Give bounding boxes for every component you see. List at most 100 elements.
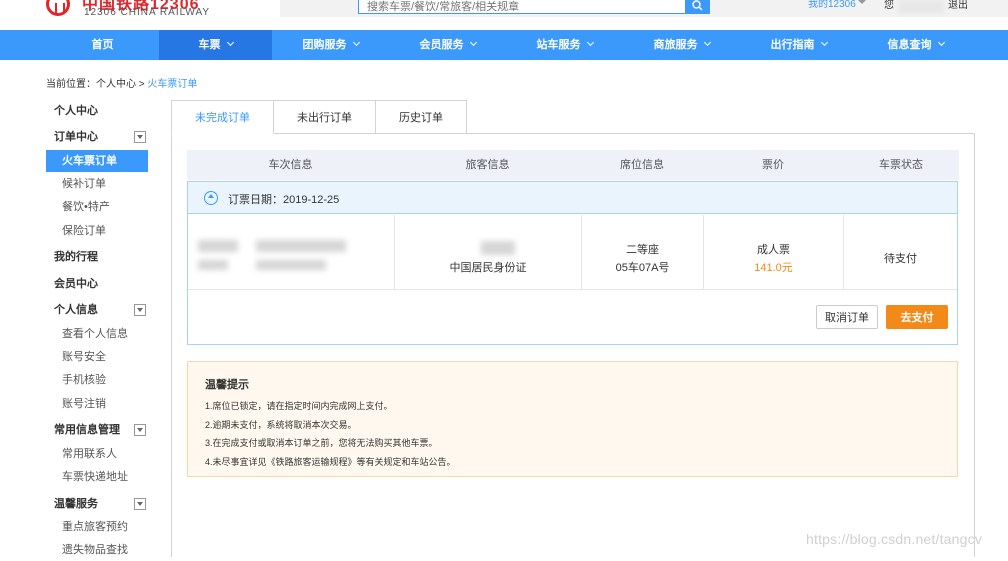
order-date-value: 2019-12-25 [283, 194, 340, 206]
breadcrumb: 当前位置：个人中心 > 火车票订单 [46, 75, 197, 90]
breadcrumb-parent[interactable]: 个人中心 [96, 79, 136, 90]
breadcrumb-separator: > [136, 79, 148, 90]
nav-group[interactable]: 团购服务 [272, 30, 389, 60]
tab-untraveled-orders[interactable]: 未出行订单 [273, 100, 376, 134]
sidebar-item-insurance[interactable]: 保险订单 [46, 220, 148, 242]
column-header: 票价 [762, 159, 784, 171]
nav-label: 商旅服务 [653, 39, 698, 51]
sidebar-item-label: 保险订单 [62, 225, 106, 237]
collapse-order-icon[interactable] [204, 191, 218, 205]
sidebar-item-waitlist-orders[interactable]: 候补订单 [46, 173, 148, 195]
nav-label: 出行指南 [770, 39, 815, 51]
tip-line: 2.逾期未支付，系统将取消本次交易。 [205, 420, 357, 430]
pay-button[interactable]: 去支付 [886, 305, 948, 329]
sidebar-item-label: 火车票订单 [62, 155, 117, 167]
sidebar-item-my-trips[interactable]: 我的行程 [46, 246, 148, 268]
nav-label: 信息查询 [887, 39, 932, 51]
sidebar-item-personal-center[interactable]: 个人中心 [46, 100, 148, 122]
sidebar-item-label: 车票快递地址 [62, 471, 128, 483]
nav-label: 会员服务 [419, 39, 464, 51]
sidebar-item-label: 查看个人信息 [62, 328, 128, 340]
sidebar-item-label: 餐饮•特产 [62, 201, 110, 213]
sidebar-item-account-cancel[interactable]: 账号注销 [46, 393, 148, 415]
watermark: https://blog.csdn.net/tangcv [806, 531, 983, 547]
tab-label: 未完成订单 [195, 112, 250, 124]
search-button[interactable] [686, 0, 710, 14]
chevron-down-icon [703, 38, 711, 47]
nav-label: 车票 [198, 39, 221, 51]
sidebar-item-delivery-address[interactable]: 车票快递地址 [46, 466, 148, 488]
sidebar-item-label: 重点旅客预约 [62, 521, 128, 533]
logo-text-en: 12306 CHINA RAILWAY [84, 7, 211, 18]
order-table-header: 车次信息 旅客信息 席位信息 票价 车票状态 [187, 150, 959, 180]
blurred-train-info [256, 260, 326, 270]
sidebar-item-common-info[interactable]: 常用信息管理 [46, 419, 148, 441]
my12306-link[interactable]: 我的12306 [808, 0, 856, 10]
tip-line: 1.席位已锁定，请在指定时间内完成网上支付。 [205, 401, 393, 411]
blurred-train-info [198, 240, 238, 252]
ticket-status: 待支付 [884, 253, 917, 265]
sidebar-item-priority-passenger[interactable]: 重点旅客预约 [46, 516, 148, 538]
order-date-row: 订票日期：2019-12-25 [188, 182, 957, 214]
tab-unfinished-orders[interactable]: 未完成订单 [171, 100, 274, 134]
sidebar-item-label: 订单中心 [54, 131, 98, 143]
nav-label: 站车服务 [536, 39, 581, 51]
sidebar-item-warm-service[interactable]: 温馨服务 [46, 493, 148, 515]
username-blurred [898, 0, 944, 14]
nav-business[interactable]: 商旅服务 [623, 30, 740, 60]
nav-member[interactable]: 会员服务 [389, 30, 506, 60]
cancel-order-button[interactable]: 取消订单 [816, 305, 878, 329]
column-header: 车次信息 [268, 159, 313, 171]
nav-info[interactable]: 信息查询 [857, 30, 974, 60]
sidebar-item-label: 常用联系人 [62, 448, 117, 460]
main-nav: 首页 车票 团购服务 会员服务 站车服务 商旅服务 出行指南 信息查询 [0, 30, 1008, 60]
logout-link[interactable]: 退出 [948, 0, 968, 11]
sidebar-item-personal-info[interactable]: 个人信息 [46, 299, 148, 321]
ticket-price: 141.0元 [754, 262, 793, 274]
price-cell: 成人票 141.0元 [704, 215, 844, 290]
passenger-id-type: 中国居民身份证 [449, 262, 527, 274]
collapse-icon[interactable] [134, 131, 146, 143]
greeting-text: 您 [884, 0, 894, 11]
seat-number: 05车07A号 [615, 262, 670, 274]
tab-label: 历史订单 [399, 112, 443, 124]
chevron-down-icon [352, 38, 360, 47]
column-header: 车票状态 [879, 159, 923, 171]
status-cell: 待支付 [844, 215, 957, 290]
sidebar-item-label: 候补订单 [62, 178, 106, 190]
ticket-type: 成人票 [757, 244, 790, 256]
chevron-down-icon [226, 38, 234, 47]
collapse-icon[interactable] [134, 304, 146, 316]
railway-logo-icon[interactable] [46, 0, 70, 16]
sidebar-item-order-center[interactable]: 订单中心 [46, 126, 148, 148]
nav-tickets[interactable]: 车票 [159, 30, 272, 60]
chevron-down-icon [937, 38, 945, 47]
sidebar-item-label: 个人中心 [54, 105, 98, 117]
breadcrumb-current[interactable]: 火车票订单 [147, 79, 197, 90]
breadcrumb-prefix: 当前位置： [46, 79, 96, 90]
collapse-icon[interactable] [134, 498, 146, 510]
blurred-train-info [198, 260, 228, 270]
sidebar-item-account-security[interactable]: 账号安全 [46, 346, 148, 368]
nav-guide[interactable]: 出行指南 [740, 30, 857, 60]
column-header: 席位信息 [620, 159, 664, 171]
sidebar-item-catering[interactable]: 餐饮•特产 [46, 196, 148, 218]
sidebar-item-label: 账号安全 [62, 351, 106, 363]
collapse-icon[interactable] [134, 424, 146, 436]
tab-label: 未出行订单 [297, 112, 352, 124]
sidebar-item-lost-found[interactable]: 遗失物品查找 [46, 539, 148, 561]
chevron-down-icon [820, 38, 828, 47]
sidebar-item-label: 我的行程 [54, 251, 98, 263]
sidebar-item-view-info[interactable]: 查看个人信息 [46, 323, 148, 345]
tab-history-orders[interactable]: 历史订单 [375, 100, 467, 134]
sidebar-item-train-orders[interactable]: 火车票订单 [46, 150, 148, 172]
chevron-down-icon [586, 38, 594, 47]
chevron-down-icon[interactable] [858, 0, 866, 4]
sidebar-item-member-center[interactable]: 会员中心 [46, 273, 148, 295]
search-input[interactable] [358, 0, 686, 14]
sidebar-item-phone-verify[interactable]: 手机核验 [46, 369, 148, 391]
sidebar-item-contacts[interactable]: 常用联系人 [46, 443, 148, 465]
nav-station[interactable]: 站车服务 [506, 30, 623, 60]
tips-title: 温馨提示 [205, 379, 249, 391]
nav-home[interactable]: 首页 [46, 30, 159, 60]
